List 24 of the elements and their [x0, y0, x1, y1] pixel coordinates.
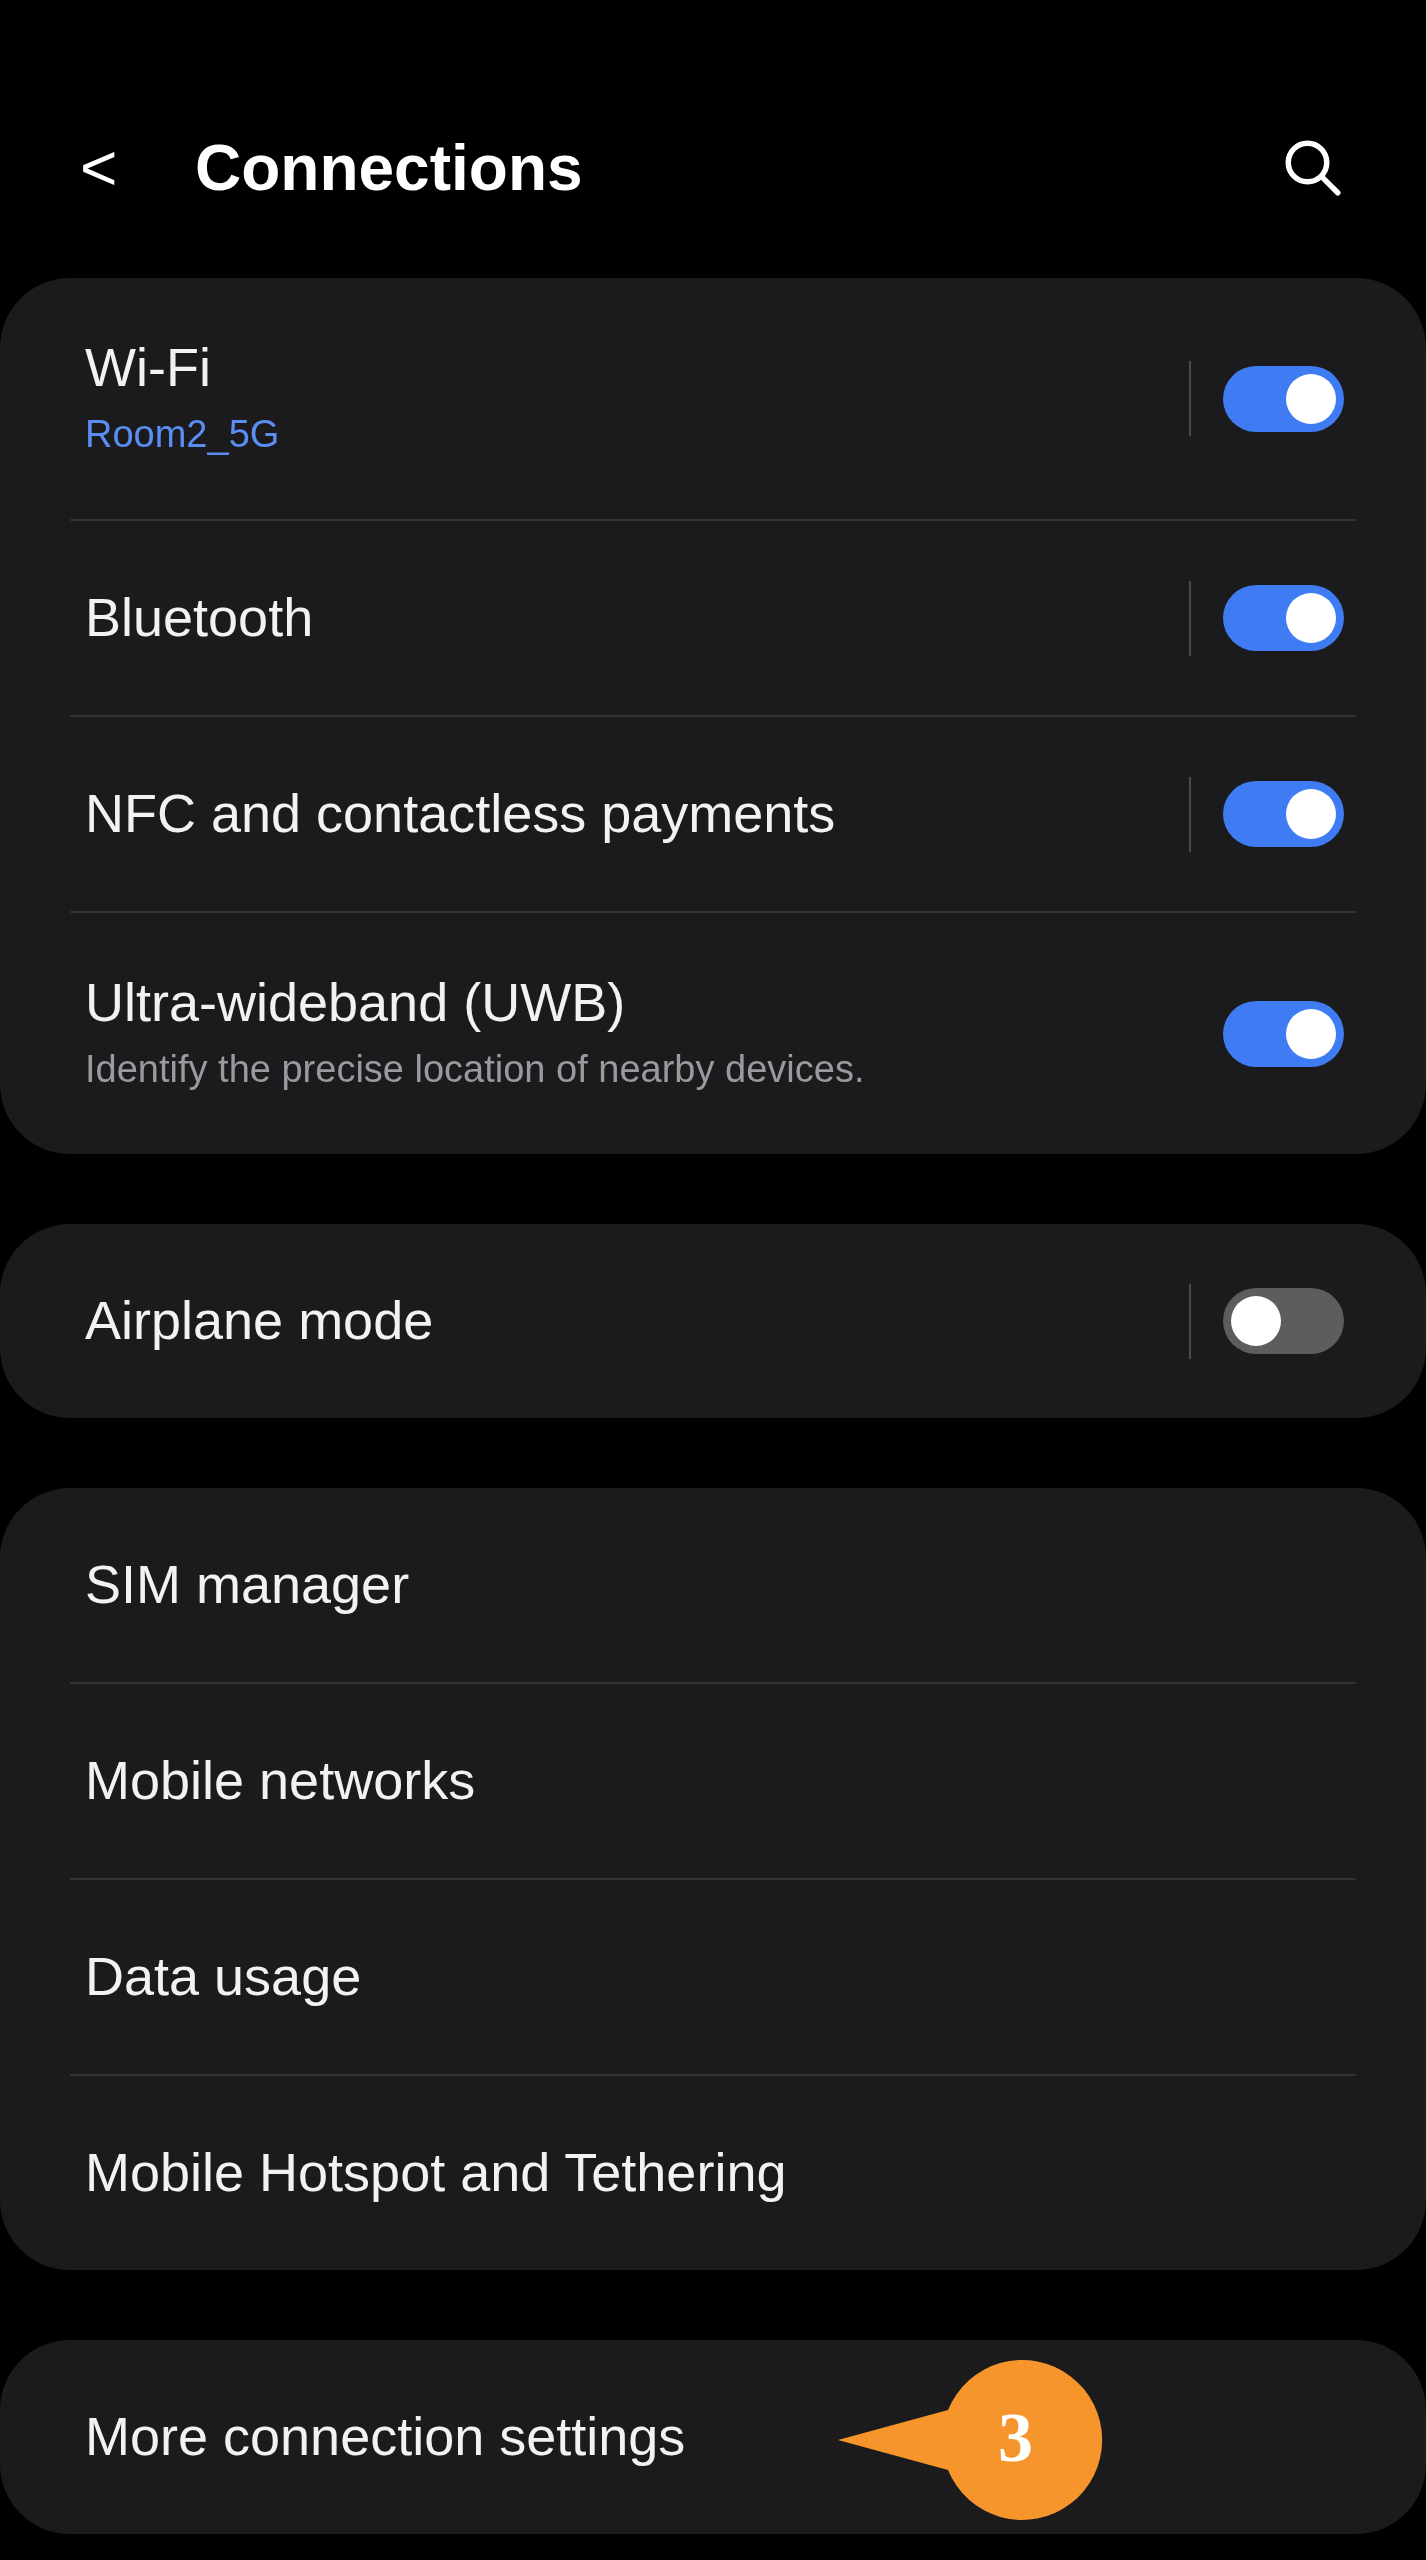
back-button[interactable]: <	[80, 120, 195, 216]
settings-row[interactable]: Mobile networks	[0, 1684, 1426, 1878]
settings-row[interactable]: NFC and contactless payments	[0, 717, 1426, 911]
row-label: More connection settings	[85, 2405, 686, 2469]
row-label: Mobile Hotspot and Tethering	[85, 2141, 787, 2205]
row-label: Airplane mode	[85, 1289, 434, 1353]
settings-row[interactable]: Airplane mode	[0, 1224, 1426, 1418]
settings-row[interactable]: Data usage	[0, 1880, 1426, 2074]
row-label: Data usage	[85, 1945, 362, 2009]
network-name: Room2_5G	[85, 411, 280, 457]
row-label: Ultra-wideband (UWB)	[85, 971, 626, 1035]
settings-row[interactable]: Bluetooth	[0, 521, 1426, 715]
row-label: Mobile networks	[85, 1749, 476, 1813]
settings-row[interactable]: Ultra-wideband (UWB) Identify the precise location of nearby devices.	[0, 913, 1426, 1154]
row-label: Wi-Fi	[85, 336, 211, 400]
page-title: Connections	[195, 131, 584, 206]
settings-row[interactable]: Mobile Hotspot and Tethering	[0, 2076, 1426, 2270]
row-description: Identify the precise location of nearby devices.	[85, 1046, 865, 1092]
row-label: NFC and contactless payments	[85, 782, 836, 846]
settings-row[interactable]: More connection settings 3	[0, 2340, 1426, 2534]
settings-row[interactable]: Wi-Fi Room2_5G	[0, 278, 1426, 519]
settings-row[interactable]: SIM manager	[0, 1488, 1426, 1682]
row-label: SIM manager	[85, 1553, 410, 1617]
row-label: Bluetooth	[85, 586, 314, 650]
